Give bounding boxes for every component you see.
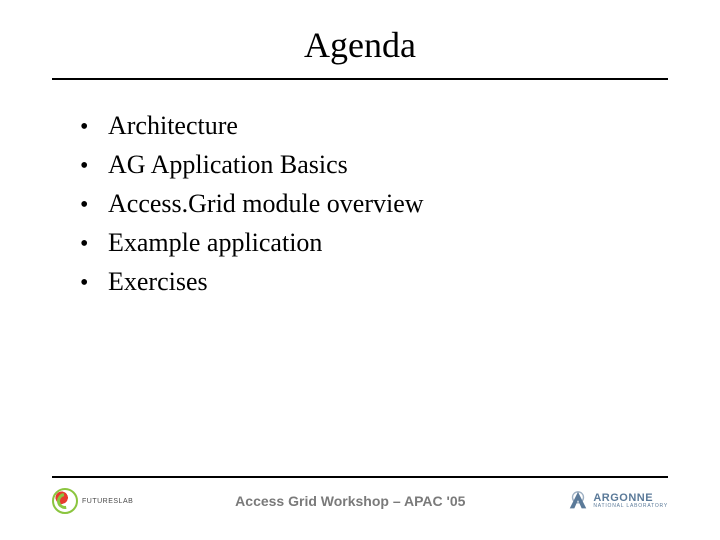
bullet-icon: •	[80, 270, 108, 297]
bullet-text: Example application	[108, 225, 322, 260]
argonne-sub: NATIONAL LABORATORY	[593, 504, 668, 509]
futureslab-logo: FUTURESLAB	[52, 488, 133, 514]
bullet-icon: •	[80, 231, 108, 258]
footer: FUTURESLAB Access Grid Workshop – APAC '…	[52, 464, 668, 514]
list-item: • Exercises	[80, 264, 668, 299]
title-area: Agenda	[0, 0, 720, 78]
bullet-text: Access.Grid module overview	[108, 186, 424, 221]
bullet-list: • Architecture • AG Application Basics •…	[80, 108, 668, 299]
futureslab-label: FUTURESLAB	[82, 498, 133, 505]
argonne-icon	[567, 490, 589, 512]
argonne-logo: ARGONNE NATIONAL LABORATORY	[567, 490, 668, 512]
footer-row: FUTURESLAB Access Grid Workshop – APAC '…	[52, 488, 668, 514]
slide-title: Agenda	[0, 24, 720, 66]
bullet-text: AG Application Basics	[108, 147, 348, 182]
bullet-text: Exercises	[108, 264, 208, 299]
argonne-text: ARGONNE NATIONAL LABORATORY	[593, 493, 668, 509]
list-item: • Example application	[80, 225, 668, 260]
bullet-icon: •	[80, 192, 108, 219]
list-item: • Architecture	[80, 108, 668, 143]
list-item: • AG Application Basics	[80, 147, 668, 182]
futureslab-icon	[52, 488, 78, 514]
list-item: • Access.Grid module overview	[80, 186, 668, 221]
bullet-icon: •	[80, 114, 108, 141]
footer-caption: Access Grid Workshop – APAC '05	[133, 493, 567, 509]
footer-divider	[52, 476, 668, 478]
bullet-text: Architecture	[108, 108, 238, 143]
bullet-icon: •	[80, 153, 108, 180]
slide: Agenda • Architecture • AG Application B…	[0, 0, 720, 540]
